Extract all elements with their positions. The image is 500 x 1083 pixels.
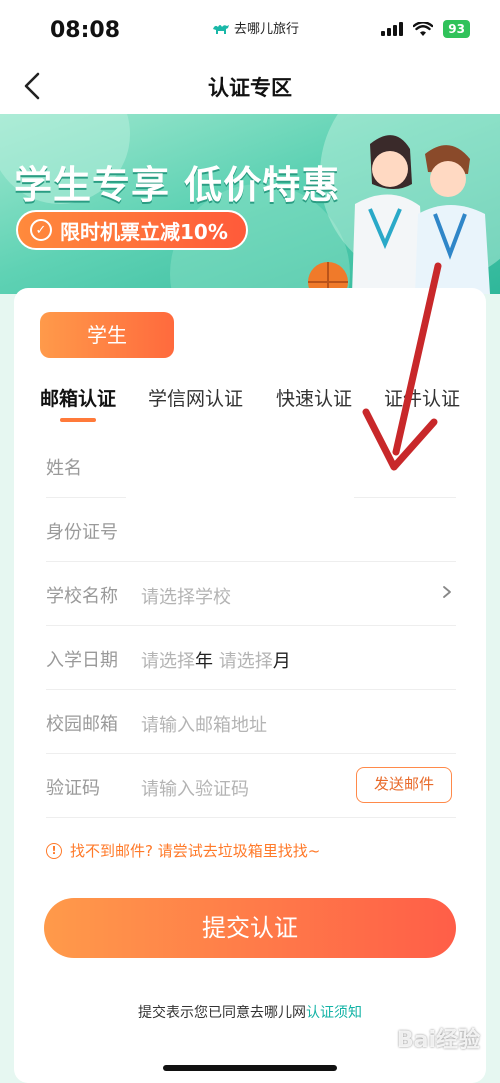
status-bar: 08:08 去哪儿旅行 93 bbox=[0, 0, 500, 58]
chevron-right-icon bbox=[443, 586, 451, 598]
active-tab-indicator bbox=[60, 418, 96, 422]
verification-code-label: 验证码 bbox=[46, 778, 100, 799]
tab-quick-verification[interactable]: 快速认证 bbox=[276, 384, 352, 411]
send-email-button[interactable]: 发送邮件 bbox=[356, 767, 452, 803]
status-app-name: 去哪儿旅行 bbox=[212, 18, 299, 37]
verification-code-row[interactable]: 验证码 请输入验证码 发送邮件 bbox=[46, 754, 456, 818]
camel-logo-icon bbox=[213, 24, 229, 34]
status-indicators: 93 bbox=[381, 20, 470, 38]
enrollment-date-row[interactable]: 入学日期 请选择年 请选择月 bbox=[46, 626, 456, 690]
promo-text: 限时机票立减10% bbox=[60, 219, 228, 244]
id-number-label: 身份证号 bbox=[46, 522, 118, 543]
cellular-signal-icon bbox=[381, 22, 404, 36]
month-unit: 月 bbox=[272, 651, 291, 672]
month-select[interactable]: 请选择 bbox=[219, 651, 273, 672]
campus-email-label: 校园邮箱 bbox=[46, 714, 118, 735]
students-illustration bbox=[308, 135, 490, 294]
verification-tabs: 邮箱认证 学信网认证 快速认证 证件认证 bbox=[14, 384, 486, 430]
status-time: 08:08 bbox=[50, 18, 121, 43]
year-select[interactable]: 请选择 bbox=[141, 651, 195, 672]
name-row-divider bbox=[354, 434, 456, 498]
name-row[interactable]: 姓名 bbox=[46, 434, 126, 498]
verification-code-input[interactable]: 请输入验证码 bbox=[141, 775, 249, 801]
app-name-label: 去哪儿旅行 bbox=[234, 22, 300, 37]
wifi-icon bbox=[413, 21, 434, 36]
battery-indicator: 93 bbox=[443, 20, 470, 38]
tab-id-verification[interactable]: 证件认证 bbox=[384, 384, 460, 411]
warning-icon: ! bbox=[46, 842, 62, 859]
tab-email-verification[interactable]: 邮箱认证 bbox=[40, 384, 116, 411]
banner-title: 学生专享 低价特惠 bbox=[14, 163, 341, 207]
year-unit: 年 bbox=[195, 651, 213, 672]
campus-email-row[interactable]: 校园邮箱 请输入邮箱地址 bbox=[46, 690, 456, 754]
id-number-row[interactable]: 身份证号 bbox=[46, 498, 456, 562]
school-select[interactable]: 请选择学校 bbox=[141, 583, 231, 609]
check-icon: ✓ bbox=[30, 219, 52, 241]
nav-bar: 认证专区 bbox=[0, 58, 500, 114]
tab-chsi-verification[interactable]: 学信网认证 bbox=[148, 384, 243, 411]
promo-banner[interactable]: 学生专享 低价特惠 ✓ 限时机票立减10% bbox=[0, 114, 500, 294]
enrollment-date-value: 请选择年 请选择月 bbox=[141, 647, 291, 673]
submit-verification-button[interactable]: 提交认证 bbox=[44, 898, 456, 958]
role-tag-student[interactable]: 学生 bbox=[40, 312, 174, 358]
page-title: 认证专区 bbox=[208, 76, 292, 100]
school-row[interactable]: 学校名称 请选择学校 bbox=[46, 562, 456, 626]
agreement-prefix: 提交表示您已同意去哪儿网 bbox=[138, 1005, 306, 1021]
spam-folder-tip: ! 找不到邮件? 请尝试去垃圾箱里找找~ bbox=[46, 840, 320, 861]
campus-email-input[interactable]: 请输入邮箱地址 bbox=[141, 711, 267, 737]
home-indicator[interactable] bbox=[163, 1065, 337, 1071]
name-label: 姓名 bbox=[46, 458, 82, 479]
promo-pill: ✓ 限时机票立减10% bbox=[16, 210, 248, 250]
enrollment-date-label: 入学日期 bbox=[46, 650, 118, 671]
school-label: 学校名称 bbox=[46, 586, 118, 607]
tip-text: 找不到邮件? 请尝试去垃圾箱里找找~ bbox=[70, 842, 321, 860]
agreement-text: 提交表示您已同意去哪儿网认证须知 bbox=[14, 1002, 486, 1022]
verification-card: 学生 邮箱认证 学信网认证 快速认证 证件认证 姓名 身份证号 学校名称 请选择… bbox=[14, 288, 486, 1083]
terms-link[interactable]: 认证须知 bbox=[306, 1005, 362, 1021]
watermark-logo: Bai经验 bbox=[396, 1028, 480, 1053]
